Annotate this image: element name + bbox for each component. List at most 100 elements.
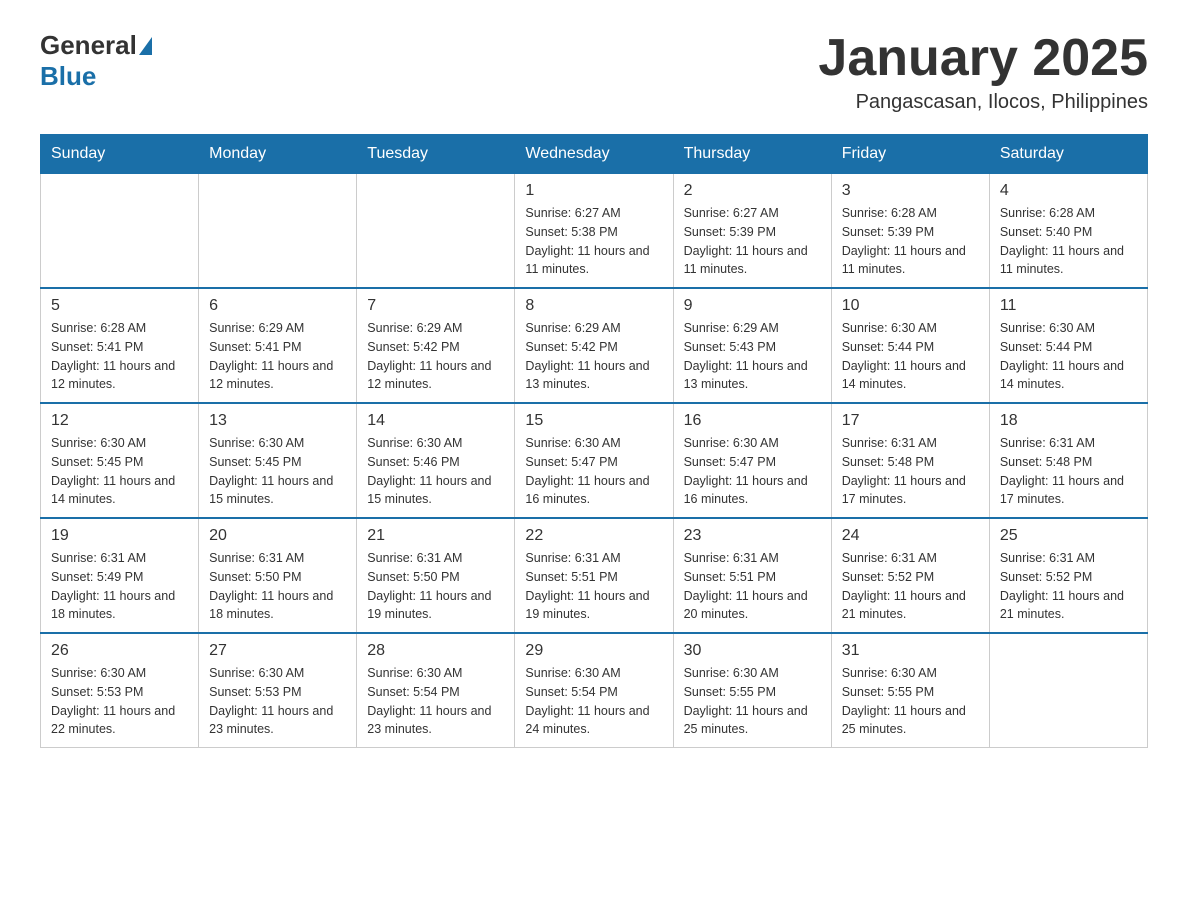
- day-info: Sunrise: 6:29 AMSunset: 5:41 PMDaylight:…: [209, 319, 346, 394]
- calendar-day-header: Thursday: [673, 135, 831, 174]
- day-number: 18: [1000, 412, 1137, 430]
- day-info: Sunrise: 6:30 AMSunset: 5:54 PMDaylight:…: [525, 664, 662, 739]
- day-info: Sunrise: 6:29 AMSunset: 5:43 PMDaylight:…: [684, 319, 821, 394]
- day-number: 5: [51, 297, 188, 315]
- calendar-week-row: 19 Sunrise: 6:31 AMSunset: 5:49 PMDayligh…: [41, 518, 1148, 633]
- calendar-cell: 13 Sunrise: 6:30 AMSunset: 5:45 PMDayligh…: [199, 403, 357, 518]
- day-number: 26: [51, 642, 188, 660]
- day-number: 21: [367, 527, 504, 545]
- day-number: 2: [684, 182, 821, 200]
- day-number: 7: [367, 297, 504, 315]
- calendar-cell: 31 Sunrise: 6:30 AMSunset: 5:55 PMDayligh…: [831, 633, 989, 748]
- day-info: Sunrise: 6:28 AMSunset: 5:40 PMDaylight:…: [1000, 204, 1137, 279]
- calendar-day-header: Sunday: [41, 135, 199, 174]
- day-info: Sunrise: 6:31 AMSunset: 5:52 PMDaylight:…: [1000, 549, 1137, 624]
- day-info: Sunrise: 6:31 AMSunset: 5:51 PMDaylight:…: [525, 549, 662, 624]
- day-info: Sunrise: 6:31 AMSunset: 5:48 PMDaylight:…: [1000, 434, 1137, 509]
- calendar-week-row: 26 Sunrise: 6:30 AMSunset: 5:53 PMDayligh…: [41, 633, 1148, 748]
- logo-wordmark: General Blue: [40, 30, 152, 92]
- calendar-cell: 27 Sunrise: 6:30 AMSunset: 5:53 PMDayligh…: [199, 633, 357, 748]
- day-info: Sunrise: 6:31 AMSunset: 5:49 PMDaylight:…: [51, 549, 188, 624]
- calendar-cell: 11 Sunrise: 6:30 AMSunset: 5:44 PMDayligh…: [989, 288, 1147, 403]
- calendar-cell: 5Sunrise: 6:28 AMSunset: 5:41 PMDaylight…: [41, 288, 199, 403]
- day-number: 30: [684, 642, 821, 660]
- calendar-cell: 21 Sunrise: 6:31 AMSunset: 5:50 PMDayligh…: [357, 518, 515, 633]
- calendar-table: SundayMondayTuesdayWednesdayThursdayFrid…: [40, 134, 1148, 748]
- day-info: Sunrise: 6:31 AMSunset: 5:50 PMDaylight:…: [209, 549, 346, 624]
- page-header: General Blue January 2025 Pangascasan, I…: [40, 30, 1148, 114]
- calendar-cell: 17 Sunrise: 6:31 AMSunset: 5:48 PMDayligh…: [831, 403, 989, 518]
- logo-blue-text: Blue: [40, 61, 96, 91]
- calendar-cell: 16 Sunrise: 6:30 AMSunset: 5:47 PMDayligh…: [673, 403, 831, 518]
- day-number: 24: [842, 527, 979, 545]
- calendar-cell: [357, 174, 515, 289]
- calendar-cell: 18 Sunrise: 6:31 AMSunset: 5:48 PMDayligh…: [989, 403, 1147, 518]
- day-info: Sunrise: 6:30 AMSunset: 5:47 PMDaylight:…: [684, 434, 821, 509]
- day-info: Sunrise: 6:30 AMSunset: 5:44 PMDaylight:…: [1000, 319, 1137, 394]
- calendar-day-header: Tuesday: [357, 135, 515, 174]
- day-number: 17: [842, 412, 979, 430]
- day-number: 14: [367, 412, 504, 430]
- day-info: Sunrise: 6:30 AMSunset: 5:55 PMDaylight:…: [842, 664, 979, 739]
- calendar-cell: 26Sunrise: 6:30 AMSunset: 5:53 PMDayligh…: [41, 633, 199, 748]
- day-number: 23: [684, 527, 821, 545]
- calendar-day-header: Friday: [831, 135, 989, 174]
- calendar-week-row: 12Sunrise: 6:30 AMSunset: 5:45 PMDayligh…: [41, 403, 1148, 518]
- calendar-cell: [199, 174, 357, 289]
- calendar-cell: [989, 633, 1147, 748]
- day-number: 3: [842, 182, 979, 200]
- day-number: 1: [525, 182, 662, 200]
- day-number: 6: [209, 297, 346, 315]
- day-number: 9: [684, 297, 821, 315]
- calendar-week-row: 1Sunrise: 6:27 AMSunset: 5:38 PMDaylight…: [41, 174, 1148, 289]
- day-info: Sunrise: 6:31 AMSunset: 5:51 PMDaylight:…: [684, 549, 821, 624]
- month-title: January 2025: [818, 30, 1148, 87]
- day-info: Sunrise: 6:30 AMSunset: 5:45 PMDaylight:…: [209, 434, 346, 509]
- calendar-week-row: 5Sunrise: 6:28 AMSunset: 5:41 PMDaylight…: [41, 288, 1148, 403]
- calendar-cell: 12Sunrise: 6:30 AMSunset: 5:45 PMDayligh…: [41, 403, 199, 518]
- calendar-cell: 25 Sunrise: 6:31 AMSunset: 5:52 PMDayligh…: [989, 518, 1147, 633]
- day-info: Sunrise: 6:29 AMSunset: 5:42 PMDaylight:…: [525, 319, 662, 394]
- day-info: Sunrise: 6:30 AMSunset: 5:46 PMDaylight:…: [367, 434, 504, 509]
- calendar-cell: 9 Sunrise: 6:29 AMSunset: 5:43 PMDaylight…: [673, 288, 831, 403]
- calendar-cell: 6 Sunrise: 6:29 AMSunset: 5:41 PMDaylight…: [199, 288, 357, 403]
- calendar-cell: 24Sunrise: 6:31 AMSunset: 5:52 PMDayligh…: [831, 518, 989, 633]
- day-number: 8: [525, 297, 662, 315]
- day-number: 15: [525, 412, 662, 430]
- day-number: 28: [367, 642, 504, 660]
- location-title: Pangascasan, Ilocos, Philippines: [818, 91, 1148, 114]
- calendar-day-header: Monday: [199, 135, 357, 174]
- calendar-day-header: Saturday: [989, 135, 1147, 174]
- day-number: 16: [684, 412, 821, 430]
- day-number: 10: [842, 297, 979, 315]
- calendar-cell: 28Sunrise: 6:30 AMSunset: 5:54 PMDayligh…: [357, 633, 515, 748]
- day-number: 19: [51, 527, 188, 545]
- day-info: Sunrise: 6:30 AMSunset: 5:53 PMDaylight:…: [209, 664, 346, 739]
- calendar-cell: 30 Sunrise: 6:30 AMSunset: 5:55 PMDayligh…: [673, 633, 831, 748]
- day-number: 20: [209, 527, 346, 545]
- day-info: Sunrise: 6:30 AMSunset: 5:55 PMDaylight:…: [684, 664, 821, 739]
- day-info: Sunrise: 6:31 AMSunset: 5:48 PMDaylight:…: [842, 434, 979, 509]
- calendar-cell: 20 Sunrise: 6:31 AMSunset: 5:50 PMDayligh…: [199, 518, 357, 633]
- day-number: 25: [1000, 527, 1137, 545]
- day-number: 13: [209, 412, 346, 430]
- day-info: Sunrise: 6:29 AMSunset: 5:42 PMDaylight:…: [367, 319, 504, 394]
- calendar-header-row: SundayMondayTuesdayWednesdayThursdayFrid…: [41, 135, 1148, 174]
- calendar-cell: 29Sunrise: 6:30 AMSunset: 5:54 PMDayligh…: [515, 633, 673, 748]
- calendar-cell: 10 Sunrise: 6:30 AMSunset: 5:44 PMDayligh…: [831, 288, 989, 403]
- calendar-day-header: Wednesday: [515, 135, 673, 174]
- day-number: 11: [1000, 297, 1137, 315]
- calendar-cell: 8 Sunrise: 6:29 AMSunset: 5:42 PMDaylight…: [515, 288, 673, 403]
- day-number: 27: [209, 642, 346, 660]
- day-number: 22: [525, 527, 662, 545]
- calendar-cell: 1Sunrise: 6:27 AMSunset: 5:38 PMDaylight…: [515, 174, 673, 289]
- day-info: Sunrise: 6:28 AMSunset: 5:39 PMDaylight:…: [842, 204, 979, 279]
- calendar-cell: 22 Sunrise: 6:31 AMSunset: 5:51 PMDayligh…: [515, 518, 673, 633]
- day-info: Sunrise: 6:30 AMSunset: 5:45 PMDaylight:…: [51, 434, 188, 509]
- day-info: Sunrise: 6:30 AMSunset: 5:44 PMDaylight:…: [842, 319, 979, 394]
- day-info: Sunrise: 6:27 AMSunset: 5:39 PMDaylight:…: [684, 204, 821, 279]
- calendar-cell: 3 Sunrise: 6:28 AMSunset: 5:39 PMDaylight…: [831, 174, 989, 289]
- day-info: Sunrise: 6:31 AMSunset: 5:50 PMDaylight:…: [367, 549, 504, 624]
- calendar-cell: 4Sunrise: 6:28 AMSunset: 5:40 PMDaylight…: [989, 174, 1147, 289]
- day-number: 31: [842, 642, 979, 660]
